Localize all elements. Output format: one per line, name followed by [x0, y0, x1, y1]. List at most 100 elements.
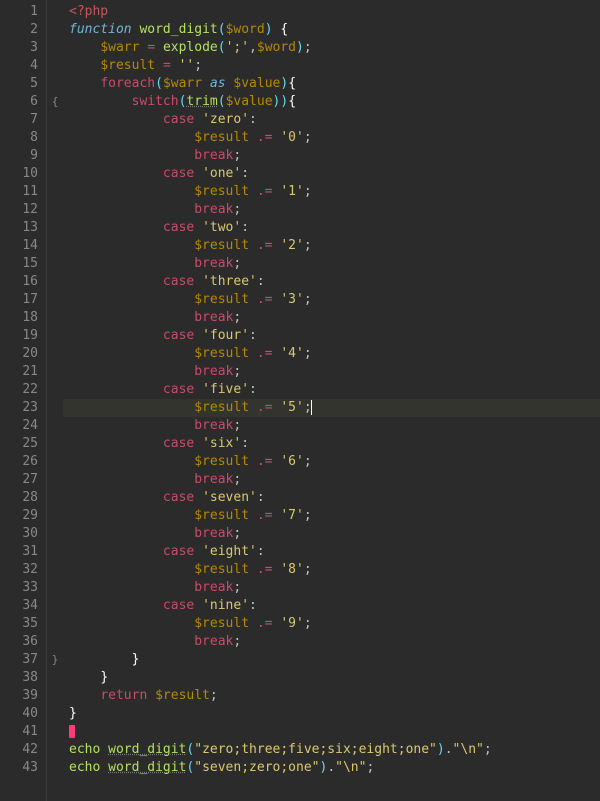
code-line[interactable]: $result .= '5';	[69, 399, 600, 417]
fold-marker	[47, 525, 63, 543]
code-line[interactable]: break;	[69, 363, 600, 381]
line-number: 41	[0, 723, 38, 741]
code-line[interactable]: switch(trim($value)){	[69, 93, 600, 111]
line-number: 25	[0, 435, 38, 453]
code-line[interactable]: $result .= '7';	[69, 507, 600, 525]
token-fnu: word_digit	[108, 742, 186, 757]
token-kw2: break	[194, 472, 233, 487]
code-line[interactable]: $result .= '6';	[69, 453, 600, 471]
code-line[interactable]: echo word_digit("seven;zero;one")."\n";	[69, 759, 600, 777]
line-number: 32	[0, 561, 38, 579]
fold-marker	[47, 219, 63, 237]
code-line[interactable]: case 'zero':	[69, 111, 600, 129]
code-line[interactable]: $result = '';	[69, 57, 600, 75]
code-line[interactable]: $result .= '3';	[69, 291, 600, 309]
line-number: 38	[0, 669, 38, 687]
token-str: '0'	[280, 130, 303, 145]
token-punc: ;	[304, 508, 312, 523]
code-line[interactable]: $warr = explode(';',$word);	[69, 39, 600, 57]
fold-marker	[47, 741, 63, 759]
code-line[interactable]: break;	[69, 309, 600, 327]
code-line[interactable]: $result .= '4';	[69, 345, 600, 363]
line-number: 27	[0, 471, 38, 489]
token-punc: :	[249, 328, 257, 343]
token-punc: ;	[304, 40, 312, 55]
token-punc: :	[249, 382, 257, 397]
token-op2: (	[218, 22, 226, 37]
token-kw2: case	[163, 544, 194, 559]
code-line[interactable]: $result .= '2';	[69, 237, 600, 255]
line-number: 22	[0, 381, 38, 399]
line-number: 18	[0, 309, 38, 327]
token-kw: function	[69, 22, 132, 37]
code-line[interactable]: case 'six':	[69, 435, 600, 453]
code-line[interactable]: case 'four':	[69, 327, 600, 345]
code-line[interactable]: break;	[69, 579, 600, 597]
fold-marker	[47, 507, 63, 525]
token-kw2: return	[100, 688, 147, 703]
code-line[interactable]: <?php	[69, 3, 600, 21]
code-line[interactable]: $result .= '9';	[69, 615, 600, 633]
token-fn: explode	[163, 40, 218, 55]
code-line[interactable]: case 'three':	[69, 273, 600, 291]
code-line[interactable]: function word_digit($word) {	[69, 21, 600, 39]
line-number: 39	[0, 687, 38, 705]
code-line[interactable]: break;	[69, 201, 600, 219]
code-line[interactable]: case 'two':	[69, 219, 600, 237]
code-line[interactable]: $result .= '8';	[69, 561, 600, 579]
token-str: 'four'	[202, 328, 249, 343]
code-line[interactable]: case 'one':	[69, 165, 600, 183]
token-kw2: case	[163, 382, 194, 397]
token-txt	[155, 40, 163, 55]
token-punc: ;	[233, 580, 241, 595]
code-line[interactable]: case 'nine':	[69, 597, 600, 615]
code-line[interactable]	[69, 723, 600, 741]
code-editor[interactable]: 1234567891011121314151617181920212223242…	[0, 0, 600, 801]
token-white: {	[288, 94, 296, 109]
token-punc: ;	[233, 418, 241, 433]
line-number: 28	[0, 489, 38, 507]
token-op: .=	[257, 292, 273, 307]
code-line[interactable]: case 'eight':	[69, 543, 600, 561]
line-number: 4	[0, 57, 38, 75]
code-line[interactable]: break;	[69, 633, 600, 651]
line-number: 7	[0, 111, 38, 129]
token-punc: ;	[233, 364, 241, 379]
token-kw2: case	[163, 328, 194, 343]
token-punc: ;	[194, 58, 202, 73]
code-line[interactable]: case 'five':	[69, 381, 600, 399]
code-line[interactable]: foreach($warr as $value){	[69, 75, 600, 93]
token-fn: echo	[69, 742, 100, 757]
token-var: $result	[100, 58, 155, 73]
token-punc: :	[249, 598, 257, 613]
code-line[interactable]: echo word_digit("zero;three;five;six;eig…	[69, 741, 600, 759]
token-txt	[194, 112, 202, 127]
code-line[interactable]: break;	[69, 417, 600, 435]
code-line[interactable]: break;	[69, 147, 600, 165]
token-kw2: case	[163, 166, 194, 181]
line-number: 14	[0, 237, 38, 255]
code-line[interactable]: case 'seven':	[69, 489, 600, 507]
token-kw2: case	[163, 274, 194, 289]
fold-marker	[47, 183, 63, 201]
token-txt	[249, 130, 257, 145]
token-var: $warr	[163, 76, 202, 91]
code-area[interactable]: <?phpfunction word_digit($word) { $warr …	[63, 0, 600, 801]
code-line[interactable]: $result .= '1';	[69, 183, 600, 201]
fold-marker	[47, 687, 63, 705]
token-var: $result	[155, 688, 210, 703]
code-line[interactable]: break;	[69, 255, 600, 273]
code-line[interactable]: }	[69, 651, 600, 669]
code-line[interactable]: }	[69, 669, 600, 687]
code-line[interactable]: }	[69, 705, 600, 723]
fold-marker: }	[47, 651, 63, 669]
code-line[interactable]: break;	[69, 525, 600, 543]
fold-marker	[47, 363, 63, 381]
code-line[interactable]: return $result;	[69, 687, 600, 705]
token-var: $word	[257, 40, 296, 55]
token-str: "\n"	[335, 760, 366, 775]
code-line[interactable]: break;	[69, 471, 600, 489]
token-str: 'five'	[202, 382, 249, 397]
token-op2: (	[218, 94, 226, 109]
code-line[interactable]: $result .= '0';	[69, 129, 600, 147]
